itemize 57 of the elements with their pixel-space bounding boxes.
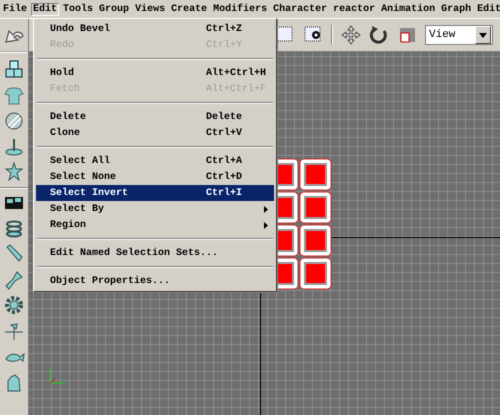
shortcut-label: Alt+Ctrl+H: [206, 68, 266, 78]
menu-item-label: Redo: [50, 40, 74, 50]
shortcut-label: Ctrl+I: [206, 188, 242, 198]
menu-item[interactable]: Animation: [379, 2, 438, 16]
menu-item[interactable]: Select By: [36, 201, 274, 217]
menu-item[interactable]: Edit: [31, 2, 60, 16]
shortcut-label: Ctrl+A: [206, 156, 242, 166]
menu-item[interactable]: Delete Delete: [36, 109, 274, 125]
menu-item[interactable]: Hold Alt+Ctrl+H: [36, 65, 274, 81]
menu-item[interactable]: Group: [97, 2, 132, 16]
menu-item-label: Delete: [50, 112, 86, 122]
axis-tripod-icon: [47, 366, 67, 386]
gear-icon[interactable]: [3, 294, 25, 316]
menu-item-label: Fetch: [50, 84, 80, 94]
menu-item[interactable]: Select Invert Ctrl+I: [36, 185, 274, 201]
menu-item[interactable]: File: [1, 2, 30, 16]
menu-item[interactable]: reactor: [331, 2, 378, 16]
menu-item-label: Select All: [50, 156, 110, 166]
menu-item[interactable]: Region: [36, 217, 274, 233]
coil-icon[interactable]: [3, 218, 25, 240]
menu-item[interactable]: Modifiers: [211, 2, 270, 16]
menu-item[interactable]: Object Properties...: [36, 273, 274, 289]
shortcut-label: Ctrl+Z: [206, 24, 242, 34]
menu-item-label: Select None: [50, 172, 116, 182]
menu-item-label: Edit Named Selection Sets...: [50, 248, 218, 258]
shortcut-label: Ctrl+D: [206, 172, 242, 182]
menu-item[interactable]: Views: [133, 2, 168, 16]
view-dropdown[interactable]: View: [425, 25, 493, 45]
menu-item[interactable]: Create: [169, 2, 210, 16]
menu-item[interactable]: Character: [271, 2, 330, 16]
menu-item-label: Select Invert: [50, 188, 128, 198]
bent-tube-icon[interactable]: [3, 268, 25, 290]
shortcut-label: Ctrl+V: [206, 128, 242, 138]
shortcut-label: Alt+Ctrl+F: [206, 84, 266, 94]
menu-item-label: Clone: [50, 128, 80, 138]
menu-item-label: Region: [50, 220, 86, 230]
menu-item[interactable]: Select None Ctrl+D: [36, 169, 274, 185]
dropdown-arrow-icon: [479, 32, 487, 38]
menu-item-label: Object Properties...: [50, 276, 170, 286]
shortcut-label: Ctrl+Y: [206, 40, 242, 50]
menu-item-label: Hold: [50, 68, 74, 78]
menu-item[interactable]: Clone Ctrl+V: [36, 125, 274, 141]
menu-item-label: Select By: [50, 204, 104, 214]
scale-icon[interactable]: [397, 25, 417, 45]
menu-item[interactable]: Undo Bevel Ctrl+Z: [36, 21, 274, 37]
submenu-arrow-icon: [264, 206, 268, 212]
submenu-arrow-icon: [264, 222, 268, 228]
sphere-icon[interactable]: [3, 110, 25, 132]
star-figure-icon[interactable]: [3, 161, 25, 183]
menu-item[interactable]: Tools: [61, 2, 96, 16]
menu-item[interactable]: Edit Named Selection Sets...: [36, 245, 274, 261]
menu-item-label: Undo Bevel: [50, 24, 110, 34]
move-icon[interactable]: [341, 25, 361, 45]
rotate-icon[interactable]: [369, 25, 389, 45]
menu-item[interactable]: Select All Ctrl+A: [36, 153, 274, 169]
shortcut-label: Delete: [206, 112, 242, 122]
menu-item[interactable]: Graph Edit: [439, 2, 500, 16]
